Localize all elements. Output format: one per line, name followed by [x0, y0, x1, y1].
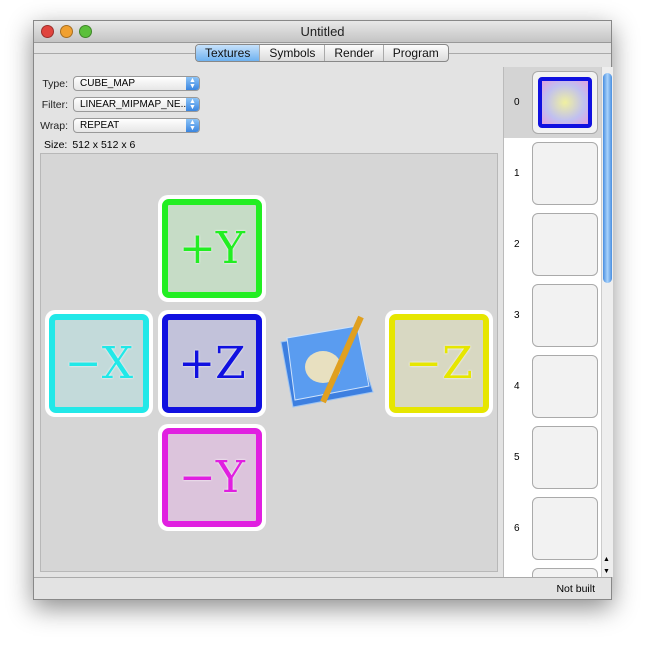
texture-slot[interactable]: 0 [504, 67, 601, 138]
slot-index: 3 [514, 310, 520, 321]
build-status: Not built [556, 583, 595, 595]
texture-list: 0 1 2 3 4 5 6 ▲ ▼ [503, 67, 613, 577]
wrap-label: Wrap: [40, 119, 68, 132]
close-button[interactable] [41, 25, 54, 38]
tab-symbols[interactable]: Symbols [260, 45, 326, 61]
size-row: Size: 512 x 512 x 6 [44, 139, 135, 151]
type-row: Type: CUBE_MAP ▲ ▼ [40, 76, 200, 91]
wrap-value: REPEAT [80, 120, 120, 131]
type-value: CUBE_MAP [80, 78, 136, 89]
zoom-button[interactable] [79, 25, 92, 38]
slot-index: 4 [514, 381, 520, 392]
window: Untitled Textures Symbols Render Program… [33, 20, 613, 600]
texture-preview: +Y −X +Z −Z −Y [40, 153, 498, 572]
texture-thumbnail[interactable] [532, 71, 598, 134]
scrollbar[interactable]: ▲ ▼ [601, 67, 613, 577]
window-title: Untitled [300, 24, 345, 39]
title-bar: Untitled [34, 21, 611, 43]
scroll-down-icon[interactable]: ▼ [603, 568, 610, 575]
tab-program[interactable]: Program [384, 45, 448, 61]
stepper-arrows-icon: ▲ ▼ [186, 98, 199, 111]
scrollbar-thumb[interactable] [603, 73, 612, 283]
wrap-row: Wrap: REPEAT ▲ ▼ [40, 118, 200, 133]
tab-bar: Textures Symbols Render Program [195, 44, 449, 62]
texture-slot[interactable]: 2 [504, 209, 601, 280]
texture-thumbnail[interactable] [532, 568, 598, 577]
face-positive-z: +Z [158, 310, 266, 417]
texture-slot[interactable] [504, 564, 601, 577]
xcode-blueprint-icon [280, 315, 374, 408]
texture-thumbnail[interactable] [532, 284, 598, 347]
texture-slot[interactable]: 5 [504, 422, 601, 493]
filter-label: Filter: [41, 98, 68, 111]
tab-textures[interactable]: Textures [196, 45, 261, 61]
texture-slot[interactable]: 4 [504, 351, 601, 422]
filter-row: Filter: LINEAR_MIPMAP_NE... ▲ ▼ [40, 97, 200, 112]
minimize-button[interactable] [60, 25, 73, 38]
texture-thumbnail[interactable] [532, 142, 598, 205]
face-negative-z: −Z [385, 310, 493, 417]
slot-index: 1 [514, 168, 520, 179]
stepper-arrows-icon: ▲ ▼ [186, 77, 199, 90]
wrap-select[interactable]: REPEAT ▲ ▼ [73, 118, 200, 133]
slot-index: 6 [514, 523, 520, 534]
texture-slot[interactable]: 1 [504, 138, 601, 209]
texture-slot[interactable]: 3 [504, 280, 601, 351]
size-value: 512 x 512 x 6 [72, 139, 136, 151]
filter-value: LINEAR_MIPMAP_NE... [80, 99, 189, 110]
texture-thumbnail[interactable] [532, 426, 598, 489]
slot-index: 2 [514, 239, 520, 250]
tab-render[interactable]: Render [325, 45, 384, 61]
face-positive-y: +Y [158, 195, 266, 302]
texture-thumbnail[interactable] [532, 213, 598, 276]
type-label: Type: [42, 77, 68, 90]
slot-index: 5 [514, 452, 520, 463]
size-label: Size: [44, 139, 68, 151]
filter-select[interactable]: LINEAR_MIPMAP_NE... ▲ ▼ [73, 97, 200, 112]
texture-thumbnail[interactable] [532, 497, 598, 560]
type-select[interactable]: CUBE_MAP ▲ ▼ [73, 76, 200, 91]
texture-thumbnail[interactable] [532, 355, 598, 418]
slot-index: 0 [514, 97, 520, 108]
face-negative-y: −Y [158, 424, 266, 531]
texture-slot[interactable]: 6 [504, 493, 601, 564]
status-bar: Not built [34, 577, 611, 599]
stepper-arrows-icon: ▲ ▼ [186, 119, 199, 132]
scroll-up-icon[interactable]: ▲ [603, 556, 610, 563]
face-negative-x: −X [45, 310, 153, 417]
